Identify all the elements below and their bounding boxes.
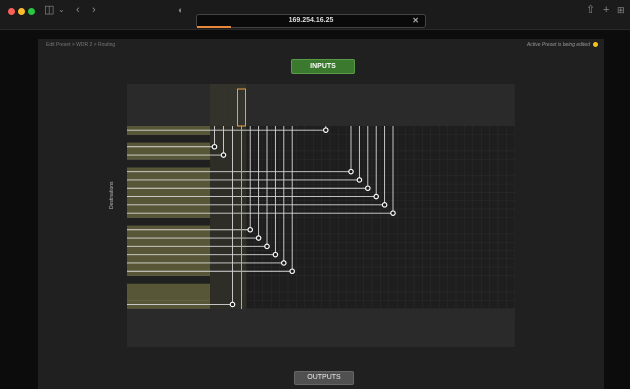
outputs-button[interactable]: OUTPUTS: [294, 371, 354, 385]
route-node[interactable]: [322, 127, 329, 133]
route-node[interactable]: [255, 235, 262, 241]
route-node[interactable]: [272, 251, 279, 258]
destination-group[interactable]: [127, 300, 210, 309]
destination-group[interactable]: [127, 283, 210, 301]
browser-toolbar: ◫ ⌄ ‹ › ◐ 169.254.16.25 ✕ ⇧ + ⊞: [0, 0, 630, 30]
route-node[interactable]: [364, 185, 371, 192]
route-node[interactable]: [289, 268, 296, 275]
pre-column-band: [210, 84, 246, 309]
forward-icon[interactable]: ›: [92, 3, 96, 17]
route-node[interactable]: [348, 168, 354, 175]
destination-group[interactable]: [127, 126, 210, 135]
route-node[interactable]: [238, 309, 245, 316]
route-node[interactable]: [220, 152, 227, 158]
destination-group[interactable]: [127, 225, 210, 276]
xlr-selection-box: [237, 88, 246, 127]
routing-page: Edit Preset > WDR 2 > Routing Active Pre…: [38, 39, 604, 389]
url-text: 169.254.16.25: [288, 17, 334, 24]
routing-matrix: [127, 84, 516, 347]
destination-group[interactable]: [127, 142, 210, 160]
tabs-grid-icon[interactable]: ⊞: [617, 3, 625, 17]
window-minimize-dot[interactable]: [18, 8, 25, 15]
route-node[interactable]: [390, 210, 396, 216]
window-close-dot[interactable]: [8, 8, 15, 15]
inputs-button[interactable]: INPUTS: [291, 59, 355, 74]
route-node[interactable]: [356, 177, 363, 183]
back-icon[interactable]: ‹: [76, 3, 80, 17]
route-node[interactable]: [281, 260, 287, 266]
active-preset-status: Active Preset is being edited: [526, 42, 590, 48]
matrix-grid-background: [246, 126, 515, 317]
address-bar[interactable]: 169.254.16.25 ✕: [196, 14, 426, 28]
shield-icon[interactable]: ◐: [178, 3, 183, 17]
input-header-background: [127, 84, 515, 126]
route-node[interactable]: [229, 301, 236, 308]
route-node[interactable]: [381, 202, 388, 208]
close-icon[interactable]: ✕: [412, 15, 419, 27]
breadcrumb[interactable]: Edit Preset > WDR 2 > Routing: [46, 42, 115, 48]
route-node[interactable]: [211, 143, 218, 150]
page-load-progress: [197, 26, 231, 28]
talkback-row: [127, 308, 515, 317]
output-header-background: [127, 309, 515, 347]
share-icon[interactable]: ⇧: [586, 3, 595, 17]
chevron-down-icon[interactable]: ⌄: [58, 3, 65, 17]
status-dot-icon: [593, 42, 598, 47]
window-zoom-dot[interactable]: [28, 8, 35, 15]
route-node[interactable]: [247, 226, 254, 233]
route-node[interactable]: [373, 193, 380, 200]
route-node[interactable]: [264, 243, 270, 250]
sidebar-icon[interactable]: ◫: [44, 3, 54, 17]
plus-icon[interactable]: +: [603, 3, 609, 17]
destination-group[interactable]: [127, 308, 210, 317]
destinations-label: Destinations: [109, 181, 115, 209]
destination-group[interactable]: [127, 167, 210, 218]
